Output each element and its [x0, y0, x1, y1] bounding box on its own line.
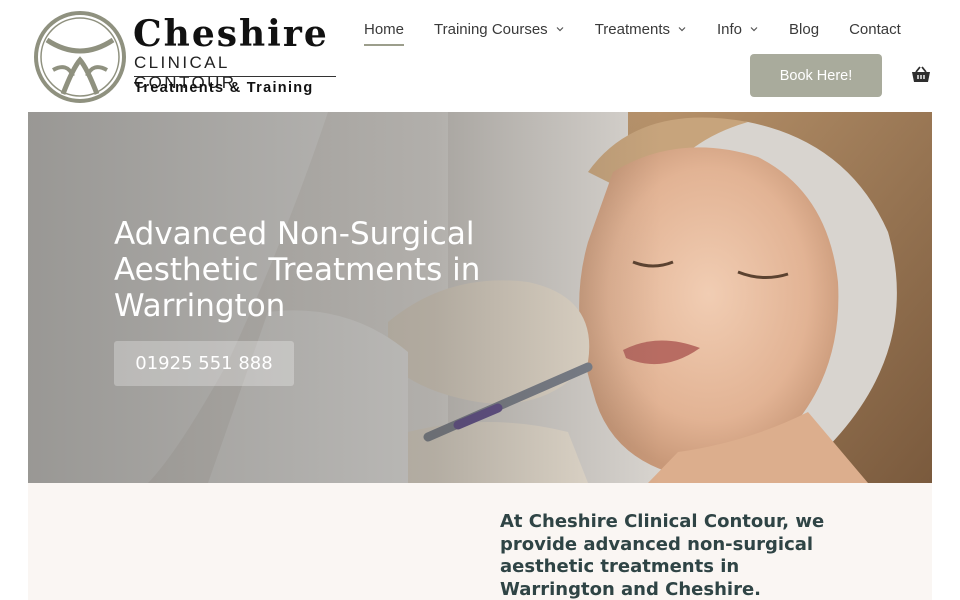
nav-item-blog[interactable]: Blog — [789, 16, 819, 42]
logo-title: Cheshire — [133, 13, 329, 55]
main-nav: Home Training Courses Treatments Info Bl… — [364, 16, 901, 46]
site-logo[interactable]: Cheshire CLINICAL CONTOUR Treatments & T… — [33, 10, 338, 104]
nav-item-label: Contact — [849, 20, 901, 38]
intro-heading: At Cheshire Clinical Contour, we provide… — [500, 511, 825, 600]
nav-item-label: Home — [364, 20, 405, 38]
hero-title: Advanced Non-Surgical Aesthetic Treatmen… — [114, 216, 481, 324]
nav-item-contact[interactable]: Contact — [849, 16, 901, 42]
nav-item-treatments[interactable]: Treatments — [595, 16, 687, 42]
logo-emblem-icon — [34, 11, 126, 103]
hero-banner: Advanced Non-Surgical Aesthetic Treatmen… — [28, 112, 932, 483]
phone-button[interactable]: 01925 551 888 — [114, 341, 294, 386]
book-here-button[interactable]: Book Here! — [750, 54, 882, 97]
nav-item-label: Training Courses — [434, 20, 548, 38]
nav-item-info[interactable]: Info — [717, 16, 759, 42]
nav-item-label: Blog — [789, 20, 820, 38]
chevron-down-icon — [555, 24, 565, 34]
basket-icon[interactable] — [911, 66, 931, 84]
nav-item-label: Info — [717, 20, 743, 38]
site-header: Cheshire CLINICAL CONTOUR Treatments & T… — [0, 0, 960, 112]
intro-section: At Cheshire Clinical Contour, we provide… — [28, 483, 932, 600]
nav-item-label: Treatments — [594, 20, 670, 38]
nav-item-training-courses[interactable]: Training Courses — [434, 16, 565, 42]
logo-divider — [134, 76, 336, 77]
chevron-down-icon — [677, 24, 687, 34]
nav-item-home[interactable]: Home — [364, 16, 405, 46]
logo-tagline: Treatments & Training — [134, 80, 314, 96]
chevron-down-icon — [749, 24, 759, 34]
